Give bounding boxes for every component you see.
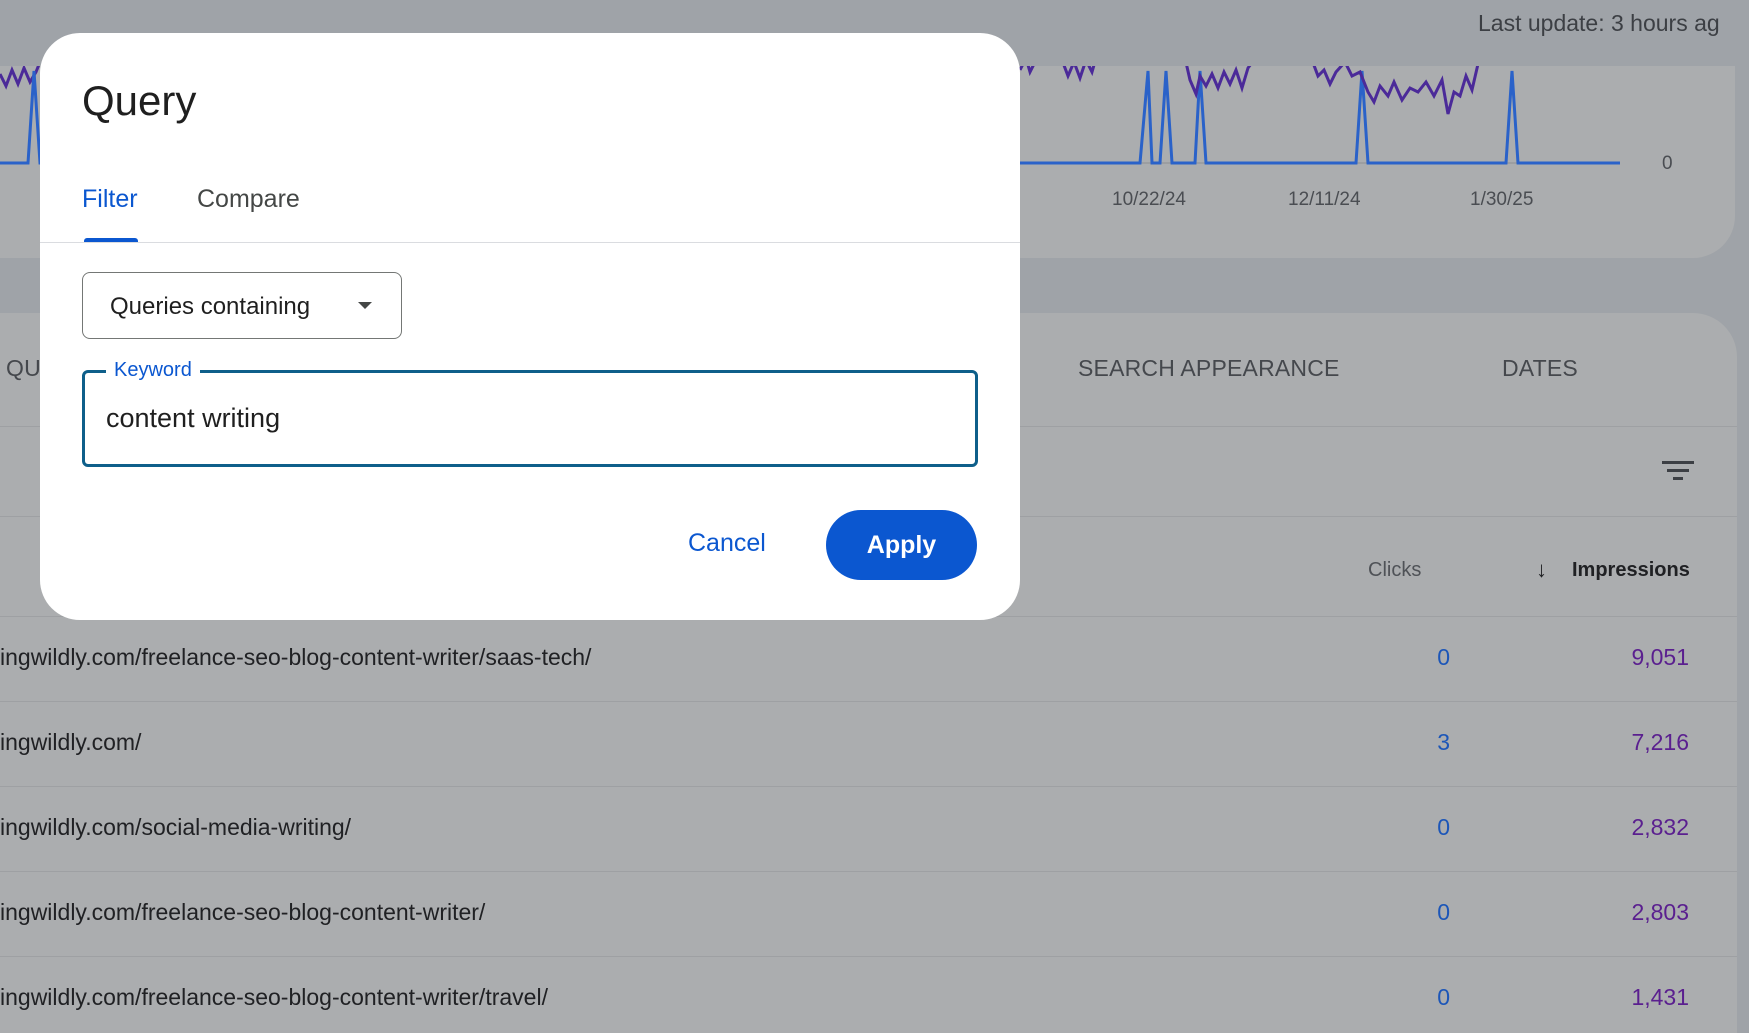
apply-button[interactable]: Apply — [826, 510, 977, 580]
arrow-down-icon: ↓ — [1536, 557, 1547, 582]
dropdown-triangle-icon — [358, 302, 372, 309]
table-row[interactable]: ingwildly.com/social-media-writing/ 0 2,… — [0, 787, 1737, 872]
tab-filter[interactable]: Filter — [82, 185, 138, 214]
impressions-series-line — [1018, 66, 1480, 115]
row-impressions: 1,431 — [1631, 984, 1689, 1010]
row-impressions: 2,803 — [1631, 899, 1689, 925]
x-tick-label: 1/30/25 — [1470, 189, 1534, 210]
cancel-button[interactable]: Cancel — [688, 529, 766, 558]
row-page-url: ingwildly.com/ — [0, 729, 142, 755]
keyword-field-label: Keyword — [106, 359, 200, 382]
row-impressions: 7,216 — [1631, 729, 1689, 755]
tab-search-appearance[interactable]: SEARCH APPEARANCE — [1078, 355, 1340, 382]
table-row[interactable]: ingwildly.com/freelance-seo-blog-content… — [0, 957, 1737, 1033]
query-match-select-value: Queries containing — [110, 293, 311, 320]
row-clicks: 0 — [1437, 899, 1450, 925]
tab-compare[interactable]: Compare — [197, 185, 300, 214]
last-update-text: Last update: 3 hours ag — [1478, 10, 1720, 36]
table-row[interactable]: ingwildly.com/freelance-seo-blog-content… — [0, 872, 1737, 957]
row-clicks: 0 — [1437, 984, 1450, 1010]
keyword-input[interactable] — [106, 399, 926, 437]
table-row[interactable]: ingwildly.com/freelance-seo-blog-content… — [0, 617, 1737, 702]
row-clicks: 0 — [1437, 644, 1450, 670]
query-match-select[interactable]: Queries containing — [82, 272, 402, 339]
tab-queries[interactable]: QU — [6, 355, 41, 382]
clicks-series-line — [1020, 70, 1620, 165]
row-page-url: ingwildly.com/freelance-seo-blog-content… — [0, 899, 486, 925]
query-filter-dialog: Query Filter Compare Queries containing … — [40, 33, 1020, 620]
row-clicks: 0 — [1437, 814, 1450, 840]
row-clicks: 3 — [1437, 729, 1450, 755]
table-row[interactable]: ingwildly.com/ 3 7,216 — [0, 702, 1737, 787]
row-page-url: ingwildly.com/freelance-seo-blog-content… — [0, 984, 548, 1010]
row-page-url: ingwildly.com/social-media-writing/ — [0, 814, 352, 840]
filter-rows-icon[interactable] — [1662, 461, 1694, 485]
y-axis-zero-label: 0 — [1662, 153, 1673, 174]
row-impressions: 2,832 — [1631, 814, 1689, 840]
tab-divider — [40, 242, 1020, 243]
tab-dates[interactable]: DATES — [1502, 355, 1578, 382]
row-impressions: 9,051 — [1631, 644, 1689, 670]
column-header-clicks[interactable]: Clicks — [1368, 559, 1421, 582]
row-page-url: ingwildly.com/freelance-seo-blog-content… — [0, 644, 592, 670]
x-tick-label: 12/11/24 — [1288, 189, 1361, 210]
x-tick-label: 10/22/24 — [1112, 189, 1186, 210]
dialog-title: Query — [82, 77, 197, 124]
column-header-impressions[interactable]: Impressions — [1572, 559, 1690, 582]
